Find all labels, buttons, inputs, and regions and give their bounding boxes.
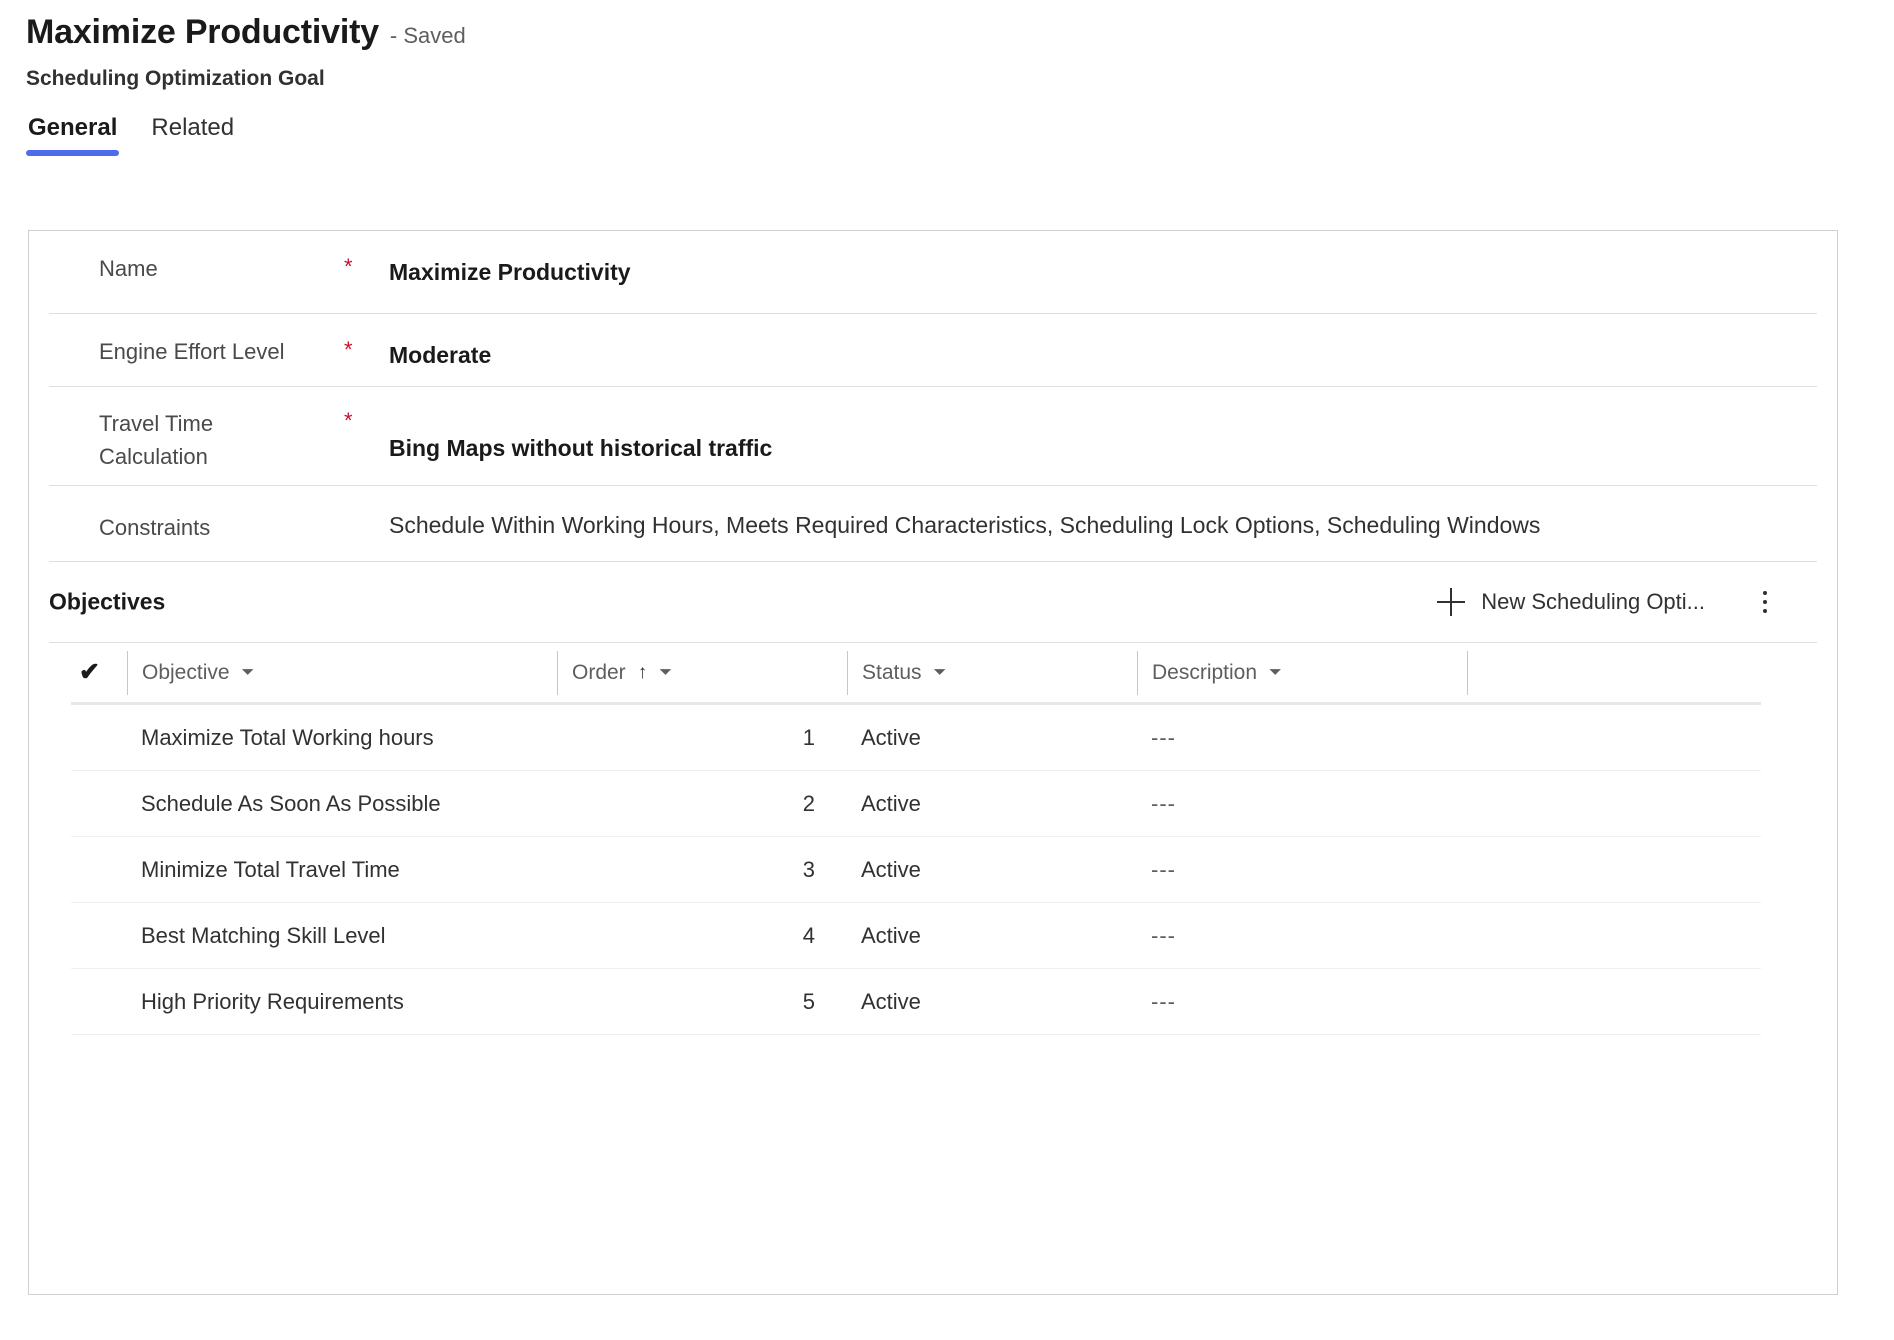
field-row-constraints: Constraints * Schedule Within Working Ho… [49, 486, 1817, 561]
objectives-subgrid: Objectives New Scheduling Opti... ✔ Obje… [49, 561, 1817, 1035]
table-row[interactable]: Maximize Total Working hours 1 Active --- [71, 705, 1761, 771]
title-line: Maximize Productivity - Saved [26, 13, 466, 51]
sort-ascending-icon: ↑ [637, 662, 648, 683]
cell-status: Active [861, 790, 921, 816]
page-title: Maximize Productivity [26, 13, 379, 51]
cell-order: 5 [802, 988, 815, 1014]
required-asterisk-travel-time-calculation: * [344, 408, 353, 433]
form-page: Maximize Productivity - Saved Scheduling… [0, 0, 1894, 1340]
new-scheduling-optimization-label: New Scheduling Opti... [1481, 589, 1705, 614]
table-row[interactable]: Best Matching Skill Level 4 Active --- [71, 903, 1761, 969]
more-vertical-icon[interactable] [1741, 580, 1789, 624]
cell-status: Active [861, 988, 921, 1014]
column-header-order-label: Order [572, 660, 626, 684]
cell-description: --- [1151, 856, 1176, 882]
form-card: Name * Maximize Productivity Engine Effo… [28, 230, 1838, 1295]
cell-objective[interactable]: High Priority Requirements [127, 989, 557, 1015]
cell-status: Active [861, 922, 921, 948]
form-tabs: General Related [26, 114, 236, 156]
page-header: Maximize Productivity - Saved Scheduling… [26, 13, 466, 91]
checkmark-icon: ✔ [79, 658, 100, 686]
column-header-status[interactable]: Status ⏷ [847, 650, 1137, 695]
field-value-name[interactable]: Maximize Productivity [389, 253, 1817, 288]
cell-objective[interactable]: Maximize Total Working hours [127, 725, 557, 751]
table-row[interactable]: Schedule As Soon As Possible 2 Active --- [71, 771, 1761, 837]
tab-related[interactable]: Related [149, 114, 236, 156]
field-label-travel-time-line1: Travel Time [99, 411, 214, 436]
entity-subtitle: Scheduling Optimization Goal [26, 67, 325, 91]
cell-order: 4 [802, 922, 815, 948]
column-header-order[interactable]: Order ↑ ⏷ [557, 650, 847, 695]
column-header-status-label: Status [862, 660, 922, 684]
new-scheduling-optimization-button[interactable]: New Scheduling Opti... [1427, 582, 1715, 622]
column-header-objective[interactable]: Objective ⏷ [127, 650, 557, 695]
table-row[interactable]: High Priority Requirements 5 Active --- [71, 969, 1761, 1035]
chevron-down-icon[interactable]: ⏷ [934, 664, 947, 681]
field-label-travel-time-calculation: Travel Time Calculation [49, 407, 344, 473]
field-row-name: Name * Maximize Productivity [49, 231, 1817, 314]
subgrid-title: Objectives [49, 588, 166, 615]
tab-related-label: Related [151, 114, 235, 141]
field-label-name: Name [99, 256, 158, 281]
field-value-travel-time-calculation[interactable]: Bing Maps without historical traffic [389, 407, 1817, 464]
cell-order: 3 [802, 856, 815, 882]
cell-objective[interactable]: Minimize Total Travel Time [127, 857, 557, 883]
field-value-engine-effort-level[interactable]: Moderate [389, 336, 1817, 371]
required-asterisk-constraints: * [344, 510, 389, 538]
field-row-travel-time-calculation: Travel Time Calculation * Bing Maps with… [49, 387, 1817, 486]
tab-general[interactable]: General [26, 114, 120, 156]
field-value-constraints[interactable]: Schedule Within Working Hours, Meets Req… [389, 510, 1817, 541]
field-list: Name * Maximize Productivity Engine Effo… [29, 231, 1837, 561]
plus-icon [1437, 588, 1466, 616]
field-row-engine-effort-level: Engine Effort Level * Moderate [49, 314, 1817, 387]
cell-description: --- [1151, 790, 1176, 816]
chevron-down-icon[interactable]: ⏷ [659, 664, 672, 681]
table-row[interactable]: Minimize Total Travel Time 3 Active --- [71, 837, 1761, 903]
cell-status: Active [861, 724, 921, 750]
select-all-checkbox[interactable]: ✔ [71, 651, 127, 695]
chevron-down-icon[interactable]: ⏷ [1269, 664, 1282, 681]
column-divider-end [1467, 650, 1473, 695]
subgrid-header: Objectives New Scheduling Opti... [49, 561, 1817, 643]
cell-description: --- [1151, 988, 1176, 1014]
cell-status: Active [861, 856, 921, 882]
subgrid-command-bar: New Scheduling Opti... [1427, 580, 1789, 624]
objectives-grid: ✔ Objective ⏷ Order ↑ ⏷ Status ⏷ Descrip… [49, 643, 1817, 1035]
cell-objective[interactable]: Schedule As Soon As Possible [127, 791, 557, 817]
column-header-description[interactable]: Description ⏷ [1137, 650, 1467, 695]
field-label-constraints: Constraints [99, 515, 211, 540]
cell-order: 1 [802, 724, 815, 750]
column-header-description-label: Description [1152, 660, 1258, 684]
field-label-engine-effort-level: Engine Effort Level [99, 339, 285, 364]
save-status: - Saved [389, 23, 466, 48]
tab-general-label: General [28, 114, 118, 141]
grid-body: Maximize Total Working hours 1 Active --- Sc… [49, 705, 1817, 1035]
required-asterisk-engine-effort-level: * [344, 337, 353, 362]
cell-description: --- [1151, 724, 1176, 750]
cell-order: 2 [802, 790, 815, 816]
cell-objective[interactable]: Best Matching Skill Level [127, 923, 557, 949]
chevron-down-icon[interactable]: ⏷ [242, 664, 255, 681]
grid-header-row: ✔ Objective ⏷ Order ↑ ⏷ Status ⏷ Descrip… [71, 643, 1761, 705]
required-asterisk-name: * [344, 254, 353, 279]
field-label-travel-time-line2: Calculation [99, 444, 208, 469]
cell-description: --- [1151, 922, 1176, 948]
column-header-objective-label: Objective [142, 660, 230, 684]
